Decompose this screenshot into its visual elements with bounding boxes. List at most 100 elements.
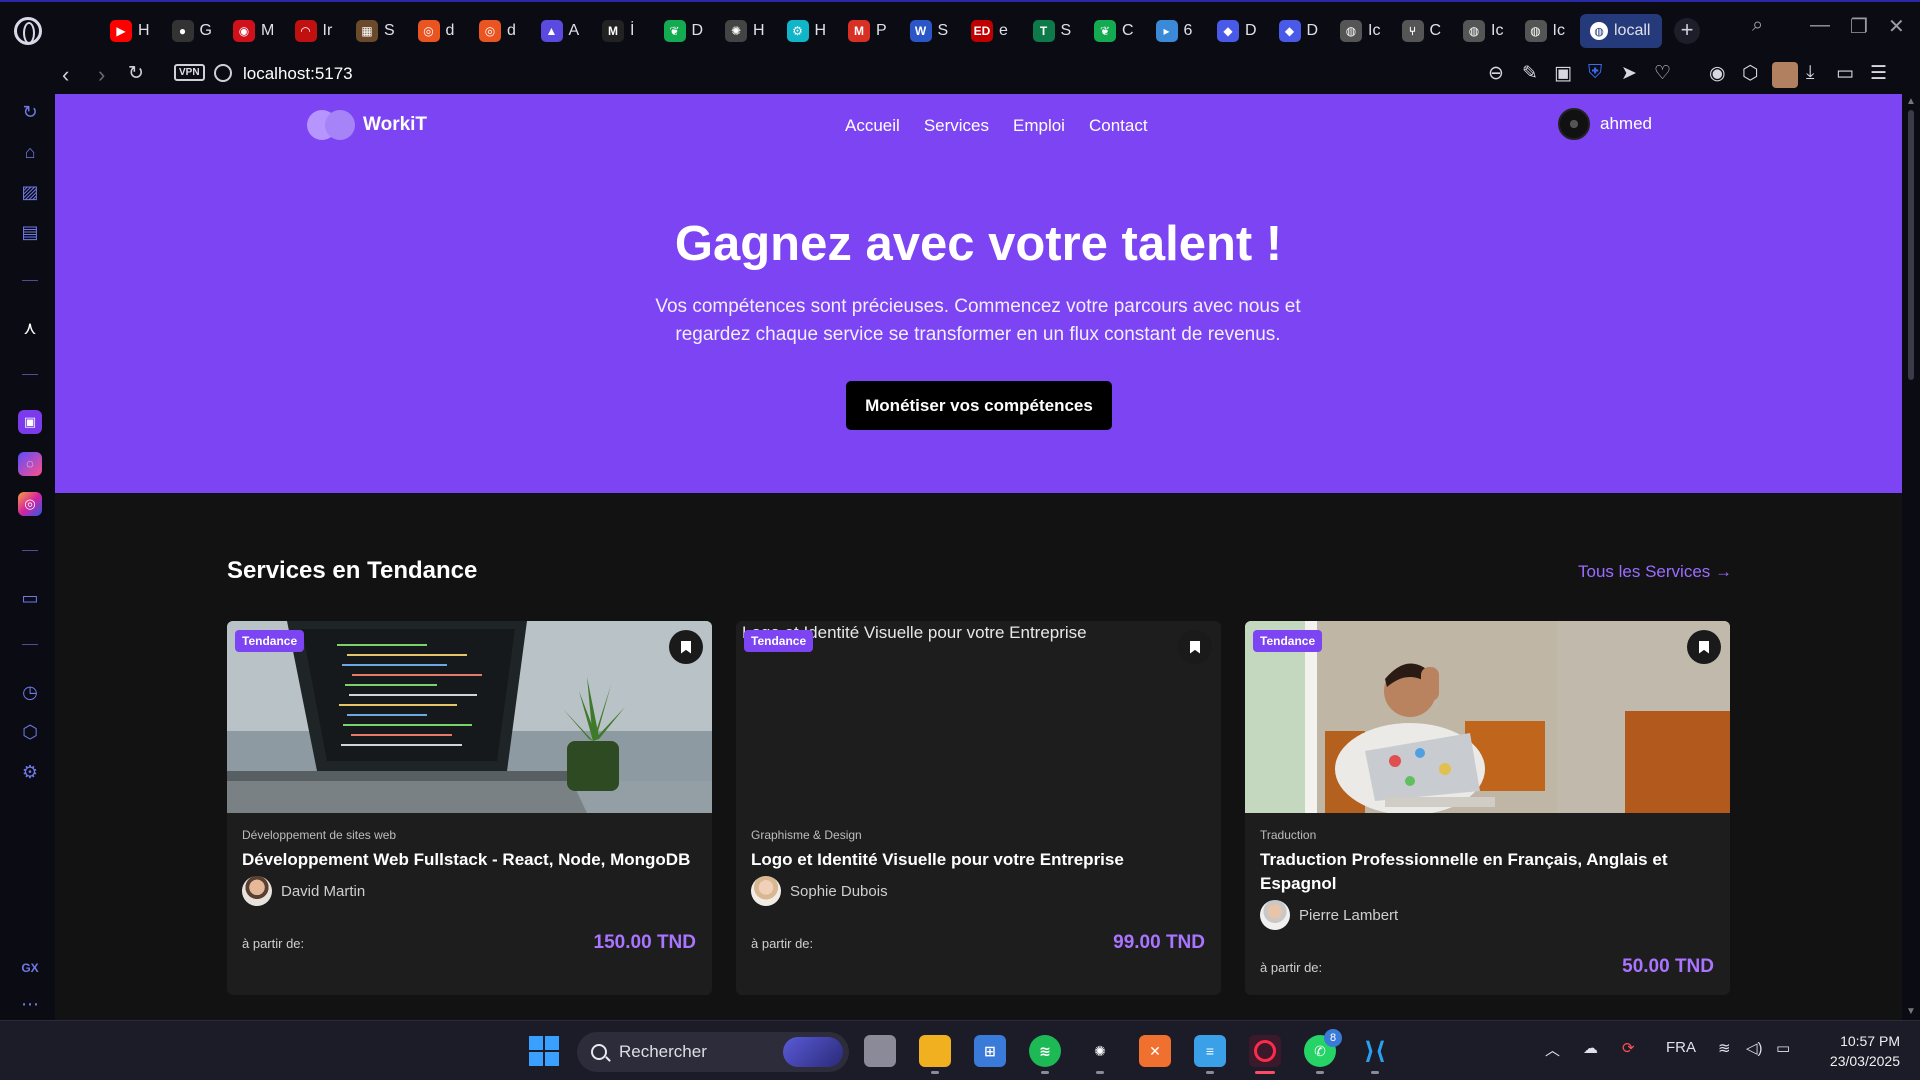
new-tab-button[interactable]: + bbox=[1674, 18, 1700, 44]
spotify-icon[interactable]: ≋ bbox=[1029, 1035, 1061, 1067]
nav-emploi[interactable]: Emploi bbox=[1013, 116, 1065, 136]
send-icon[interactable]: ➤ bbox=[1621, 62, 1637, 85]
file-explorer-icon[interactable] bbox=[919, 1035, 951, 1067]
service-card[interactable]: Tendance Traduction Traduction Professio… bbox=[1245, 621, 1730, 995]
browser-tab[interactable]: Mİ bbox=[602, 17, 634, 45]
card-title[interactable]: Développement Web Fullstack - React, Nod… bbox=[242, 848, 692, 872]
edit-icon[interactable]: ✎ bbox=[1522, 62, 1538, 85]
service-card[interactable]: Tendance Développement de sites web Déve… bbox=[227, 621, 712, 995]
chatgpt-icon[interactable]: ✺ bbox=[1084, 1035, 1116, 1067]
browser-tab[interactable]: ● G bbox=[171, 17, 212, 45]
site-info-icon[interactable] bbox=[214, 64, 232, 82]
browser-tab[interactable]: ▦ S bbox=[356, 17, 395, 45]
card-author[interactable]: Sophie Dubois bbox=[751, 876, 888, 906]
wallet-icon[interactable]: ▭ bbox=[18, 586, 42, 610]
browser-tab[interactable]: ◆ D bbox=[1217, 17, 1257, 45]
browser-tab[interactable]: ◉ M bbox=[233, 17, 274, 45]
cube-icon[interactable]: ⬡ bbox=[1742, 62, 1759, 85]
bookmark-icon[interactable] bbox=[1687, 630, 1721, 664]
browser-tab[interactable]: ◆ D bbox=[1278, 17, 1318, 45]
zoom-icon[interactable]: ⊖ bbox=[1488, 62, 1504, 85]
browser-tab[interactable]: TS bbox=[1032, 17, 1071, 45]
brand[interactable]: WorkiT bbox=[307, 110, 427, 140]
browser-tab[interactable]: ✺ H bbox=[725, 17, 765, 45]
music-icon[interactable]: ▤ bbox=[18, 220, 42, 244]
history-icon[interactable]: ◷ bbox=[18, 680, 42, 704]
wifi-icon[interactable]: ≋ bbox=[1718, 1039, 1731, 1057]
forward-icon[interactable]: › bbox=[98, 62, 105, 88]
vpn-badge[interactable]: VPN bbox=[174, 64, 205, 81]
scrollbar-thumb[interactable] bbox=[1908, 110, 1914, 380]
settings-icon[interactable]: ⚙ bbox=[18, 760, 42, 784]
battery-icon[interactable]: ▭ bbox=[1836, 62, 1854, 85]
browser-tab[interactable]: ED e bbox=[971, 17, 1008, 45]
browser-tab[interactable]: ◠ Ir bbox=[294, 17, 332, 45]
battery-icon[interactable]: ▭ bbox=[1776, 1039, 1790, 1057]
aria-icon[interactable]: ⋏ bbox=[18, 316, 42, 340]
card-author[interactable]: Pierre Lambert bbox=[1260, 900, 1398, 930]
browser-tab[interactable]: ▶ H bbox=[110, 17, 150, 45]
browser-tab[interactable]: WS bbox=[909, 17, 948, 45]
nav-services[interactable]: Services bbox=[924, 116, 989, 136]
nav-contact[interactable]: Contact bbox=[1089, 116, 1148, 136]
download-icon[interactable]: ⤓ bbox=[1806, 62, 1814, 84]
card-author[interactable]: David Martin bbox=[242, 876, 365, 906]
minimize-icon[interactable]: — bbox=[1810, 14, 1830, 37]
chevron-up-icon[interactable]: ︿ bbox=[1545, 1039, 1560, 1060]
nav-accueil[interactable]: Accueil bbox=[845, 116, 900, 136]
notepad-icon[interactable]: ≡ bbox=[1194, 1035, 1226, 1067]
close-icon[interactable]: ✕ bbox=[1888, 14, 1905, 39]
browser-tab[interactable]: ◎ d bbox=[479, 17, 516, 45]
vscode-icon[interactable]: ⟩⟨ bbox=[1359, 1035, 1391, 1067]
browser-tab[interactable]: ◍ Ic bbox=[1340, 17, 1380, 45]
extension-icon[interactable]: ◉ bbox=[1709, 62, 1726, 85]
reload-icon[interactable]: ↻ bbox=[128, 62, 144, 85]
bookmark-icon[interactable] bbox=[1178, 630, 1212, 664]
heart-icon[interactable]: ♡ bbox=[1654, 62, 1671, 85]
gx-label[interactable]: GX bbox=[18, 956, 42, 980]
onedrive-icon[interactable]: ☁ bbox=[1583, 1039, 1598, 1057]
browser-tab[interactable]: ◍ Ic bbox=[1524, 17, 1565, 45]
task-view-icon[interactable] bbox=[864, 1035, 896, 1067]
browser-tab[interactable]: ◍ Ic bbox=[1463, 17, 1503, 45]
windows-start-icon[interactable] bbox=[528, 1035, 560, 1067]
browser-tab[interactable]: ▲ A bbox=[540, 17, 579, 45]
all-services-link[interactable]: Tous les Services → bbox=[1578, 562, 1732, 582]
browser-tab[interactable]: ◎ d bbox=[417, 17, 454, 45]
instagram-icon[interactable]: ◎ bbox=[18, 492, 42, 516]
browser-tab[interactable]: ❦ C bbox=[1094, 17, 1134, 45]
sync-icon[interactable]: ⟳ bbox=[1622, 1039, 1635, 1057]
back-icon[interactable]: ‹ bbox=[62, 62, 69, 88]
browser-tab[interactable]: ❦ D bbox=[663, 17, 703, 45]
search-tabs-icon[interactable]: ⌕ bbox=[1752, 14, 1763, 37]
twitch-icon[interactable]: ▣ bbox=[18, 410, 42, 434]
bookmark-icon[interactable] bbox=[669, 630, 703, 664]
volume-icon[interactable]: ◁) bbox=[1746, 1039, 1763, 1057]
scroll-up-icon[interactable]: ▲ bbox=[1906, 96, 1916, 107]
messenger-icon[interactable]: ◌ bbox=[18, 452, 42, 476]
language-indicator[interactable]: FRA bbox=[1666, 1039, 1696, 1056]
more-icon[interactable]: ⋯ bbox=[18, 992, 42, 1016]
card-title[interactable]: Logo et Identité Visuelle pour votre Ent… bbox=[751, 848, 1201, 872]
tab-active[interactable]: ◍ locall bbox=[1580, 14, 1663, 48]
extensions-icon[interactable]: ⬡ bbox=[18, 720, 42, 744]
monetize-button[interactable]: Monétiser vos compétences bbox=[846, 381, 1112, 430]
xampp-icon[interactable]: ✕ bbox=[1139, 1035, 1171, 1067]
url-field[interactable]: localhost:5173 bbox=[243, 64, 353, 84]
cleaner-icon[interactable]: ⌂ bbox=[18, 140, 42, 164]
browser-tab[interactable]: ⑂ C bbox=[1401, 17, 1441, 45]
card-title[interactable]: Traduction Professionnelle en Français, … bbox=[1260, 848, 1710, 896]
microsoft-store-icon[interactable]: ⊞ bbox=[974, 1035, 1006, 1067]
page-scrollbar[interactable]: ▲ ▼ bbox=[1902, 94, 1920, 1020]
service-card[interactable]: Logo et Identité Visuelle pour votre Ent… bbox=[736, 621, 1221, 995]
user-menu[interactable]: ahmed bbox=[1558, 108, 1652, 140]
browser-tab[interactable]: MP bbox=[848, 17, 887, 45]
opera-logo-icon[interactable] bbox=[14, 17, 42, 45]
shield-icon[interactable]: ⛨ bbox=[1588, 62, 1602, 84]
mods-icon[interactable]: ▨ bbox=[18, 180, 42, 204]
profile-avatar[interactable] bbox=[1772, 62, 1798, 88]
scroll-down-icon[interactable]: ▼ bbox=[1906, 1006, 1916, 1017]
browser-tab[interactable]: ⚙ H bbox=[786, 17, 826, 45]
menu-icon[interactable]: ☰ bbox=[1870, 62, 1887, 85]
speed-dial-icon[interactable]: ↻ bbox=[18, 100, 42, 124]
